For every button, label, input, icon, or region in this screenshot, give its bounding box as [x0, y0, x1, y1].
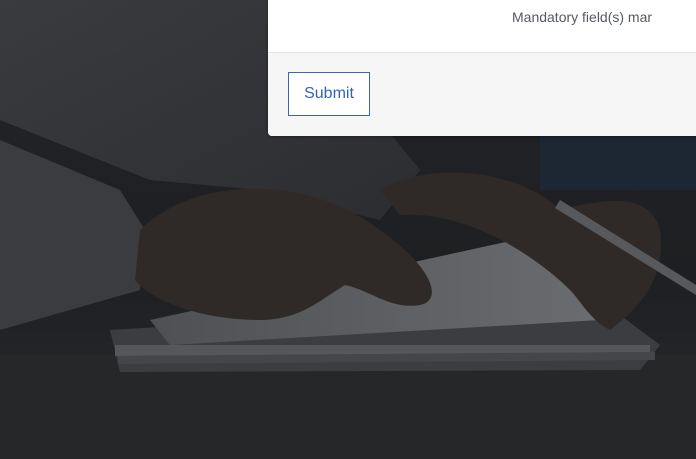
form-card: Mandatory field(s) mar Submit [268, 0, 696, 136]
submit-button[interactable]: Submit [288, 72, 370, 116]
form-body: Mandatory field(s) mar [268, 0, 696, 52]
form-footer: Submit [268, 52, 696, 136]
mandatory-fields-note: Mandatory field(s) mar [512, 9, 653, 25]
